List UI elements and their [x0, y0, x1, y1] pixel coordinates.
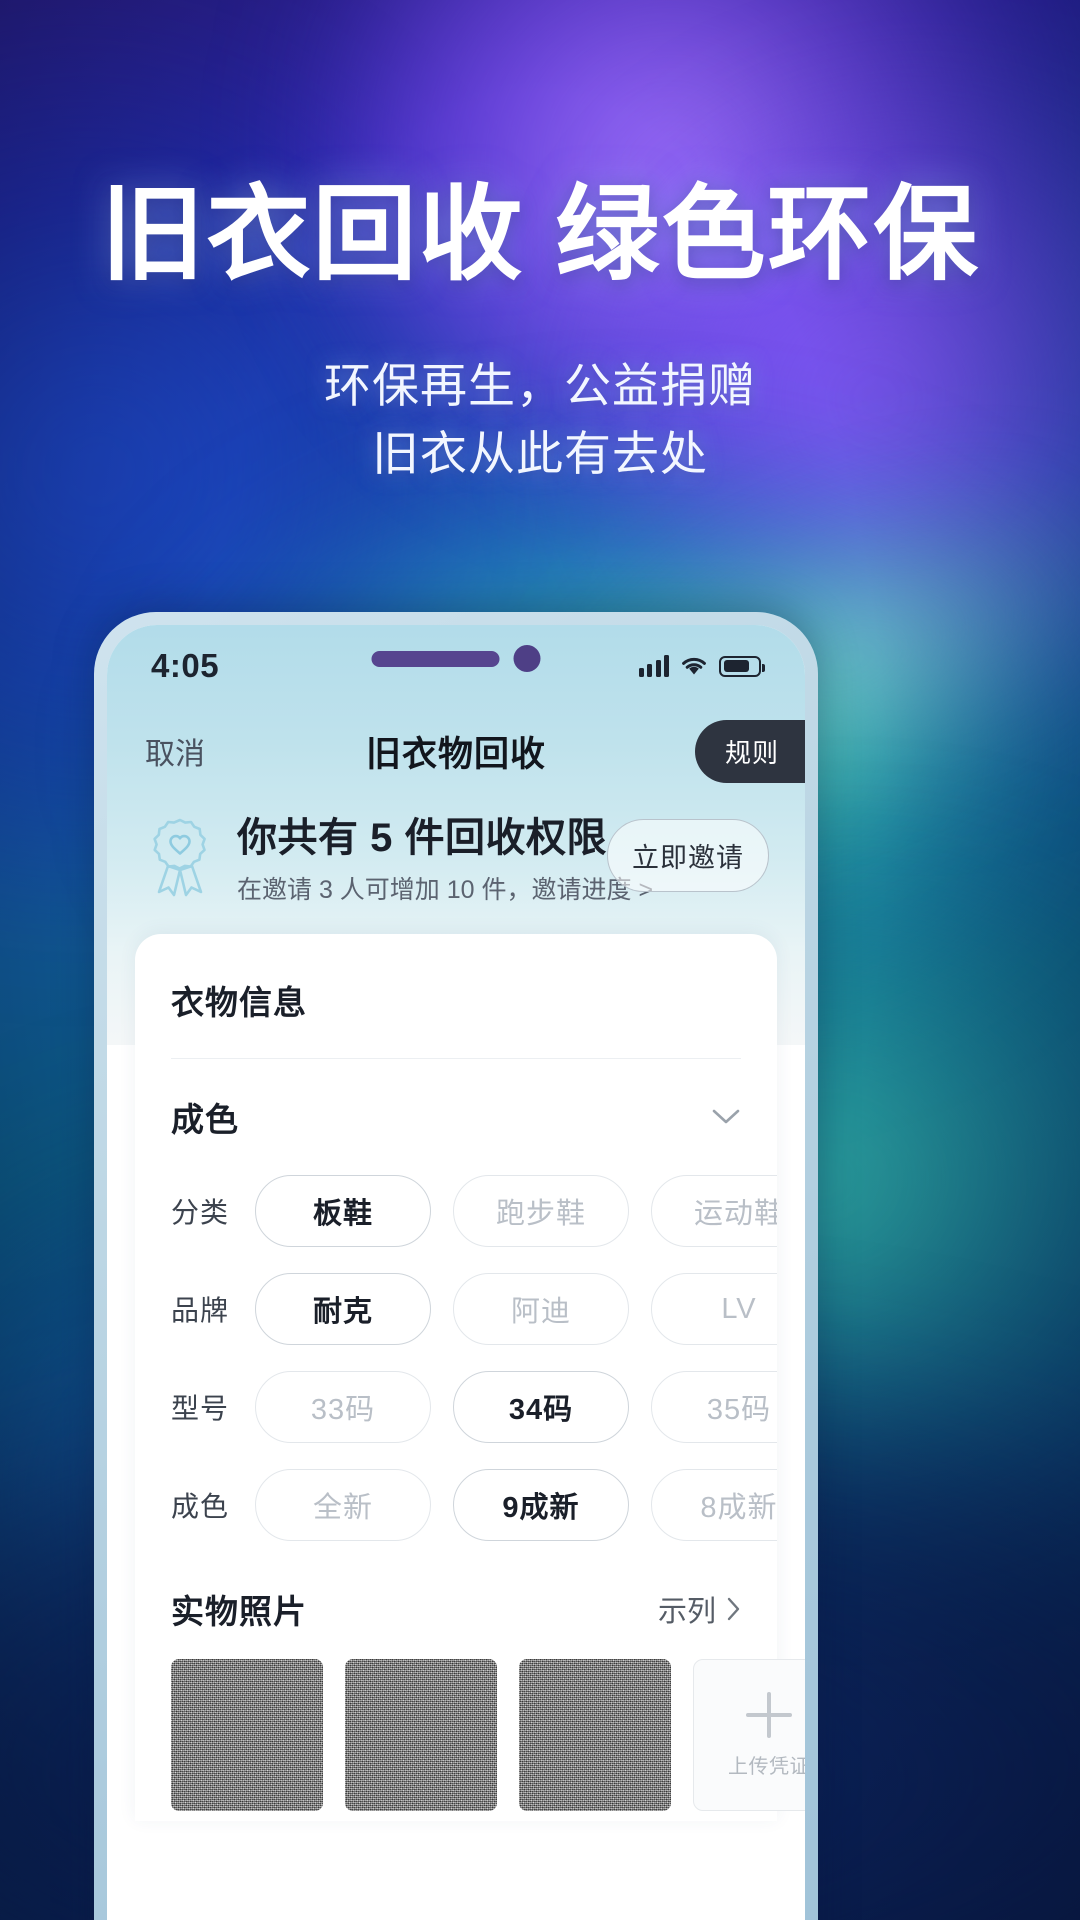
chip-group: 33码 34码 35码 36码: [255, 1371, 777, 1443]
chip-option[interactable]: 运动鞋: [651, 1175, 777, 1247]
photo-thumbnail[interactable]: [171, 1659, 323, 1811]
photo-thumbnail-list: 上传凭证: [135, 1659, 805, 1811]
chip-group: 耐克 阿迪 LV 匡威: [255, 1273, 777, 1345]
chip-group: 全新 9成新 8成新 7成新: [255, 1469, 777, 1541]
chip-option[interactable]: 耐克: [255, 1273, 431, 1345]
screen-content: 4:05 取消 旧衣物回收 规则 你共有 5 件回收权限 在邀请 3 人可增加 …: [107, 625, 805, 1821]
hero-subtitle-line1: 环保再生，公益捐赠: [324, 359, 756, 413]
ribbon-heart-badge-icon: [143, 814, 217, 898]
plus-icon: [746, 1691, 792, 1738]
condition-section-label: 成色: [171, 1101, 239, 1138]
chip-group: 板鞋 跑步鞋 运动鞋 帆布鞋: [255, 1175, 777, 1247]
invite-quota-title: 你共有 5 件回收权限: [237, 816, 607, 860]
hero-headline: 旧衣回收 绿色环保: [100, 177, 980, 293]
dynamic-island: [371, 645, 541, 672]
chip-option[interactable]: 全新: [255, 1469, 431, 1541]
attribute-row-brand: 品牌 耐克 阿迪 LV 匡威: [135, 1273, 777, 1345]
status-bar-indicators: [638, 655, 765, 677]
invite-now-button[interactable]: 立即邀请: [607, 819, 769, 892]
hero-subtitle-line2: 旧衣从此有去处: [372, 427, 708, 481]
cancel-button[interactable]: 取消: [145, 729, 205, 773]
photos-section-header: 实物照片 示列: [135, 1551, 777, 1659]
photos-example-label: 示列: [657, 1596, 716, 1628]
chip-option[interactable]: 33码: [255, 1371, 431, 1443]
photos-title: 实物照片: [171, 1593, 307, 1630]
battery-icon: [719, 655, 765, 677]
phone-screen: 4:05 取消 旧衣物回收 规则 你共有 5 件回收权限 在邀请 3 人可增加 …: [107, 625, 805, 1920]
chip-option[interactable]: 8成新: [651, 1469, 777, 1541]
hero-subtitle: 环保再生，公益捐赠 旧衣从此有去处: [0, 352, 1080, 488]
photo-thumbnail[interactable]: [345, 1659, 497, 1811]
condition-section-header[interactable]: 成色: [135, 1059, 777, 1171]
chip-option[interactable]: 阿迪: [453, 1273, 629, 1345]
chip-option[interactable]: 9成新: [453, 1469, 629, 1541]
nav-bar: 取消 旧衣物回收 规则: [107, 707, 805, 795]
chip-option[interactable]: LV: [651, 1273, 777, 1345]
attribute-rows: 分类 板鞋 跑步鞋 运动鞋 帆布鞋 品牌 耐克 阿迪 L: [135, 1171, 777, 1551]
upload-photo-button[interactable]: 上传凭证: [693, 1659, 805, 1811]
invite-progress-link[interactable]: 在邀请 3 人可增加 10 件，邀请进度 >: [237, 870, 653, 906]
attribute-label: 成色: [171, 1491, 230, 1522]
hero-section: 旧衣回收 绿色环保 环保再生，公益捐赠 旧衣从此有去处: [0, 180, 1080, 489]
invite-text-block: 你共有 5 件回收权限 在邀请 3 人可增加 10 件，邀请进度 >: [237, 805, 653, 906]
chip-option[interactable]: 跑步鞋: [453, 1175, 629, 1247]
attribute-label: 品牌: [171, 1295, 230, 1326]
island-speaker-pill: [371, 650, 500, 667]
island-camera-dot: [513, 645, 541, 672]
chip-option[interactable]: 34码: [453, 1371, 629, 1443]
chevron-down-icon[interactable]: [711, 1108, 741, 1126]
attribute-row-condition: 成色 全新 9成新 8成新 7成新: [135, 1469, 777, 1541]
chip-option[interactable]: 板鞋: [255, 1175, 431, 1247]
wifi-icon: [680, 655, 708, 677]
attribute-label: 型号: [171, 1393, 230, 1424]
photo-thumbnail[interactable]: [519, 1659, 671, 1811]
invite-banner[interactable]: 你共有 5 件回收权限 在邀请 3 人可增加 10 件，邀请进度 > 立即邀请: [107, 795, 805, 934]
attribute-label: 分类: [171, 1197, 230, 1228]
upload-photo-label: 上传凭证: [728, 1755, 805, 1778]
phone-mockup: 4:05 取消 旧衣物回收 规则 你共有 5 件回收权限 在邀请 3 人可增加 …: [94, 612, 818, 1920]
cellular-bars-icon: [638, 655, 669, 677]
rule-button[interactable]: 规则: [694, 719, 805, 783]
attribute-row-category: 分类 板鞋 跑步鞋 运动鞋 帆布鞋: [135, 1175, 777, 1247]
attribute-row-model: 型号 33码 34码 35码 36码: [135, 1371, 777, 1443]
chip-option[interactable]: 35码: [651, 1371, 777, 1443]
chevron-right-icon: [726, 1596, 741, 1622]
photos-example-link[interactable]: 示列: [658, 1588, 741, 1630]
status-bar-time: 4:05: [151, 647, 220, 684]
clothing-info-card: 衣物信息 成色 分类 板鞋 跑步鞋 运动鞋 品牌 耐克 阿迪 LV 型号 33码…: [135, 934, 805, 1821]
card-title: 衣物信息: [171, 984, 307, 1021]
status-bar: 4:05: [107, 625, 805, 707]
